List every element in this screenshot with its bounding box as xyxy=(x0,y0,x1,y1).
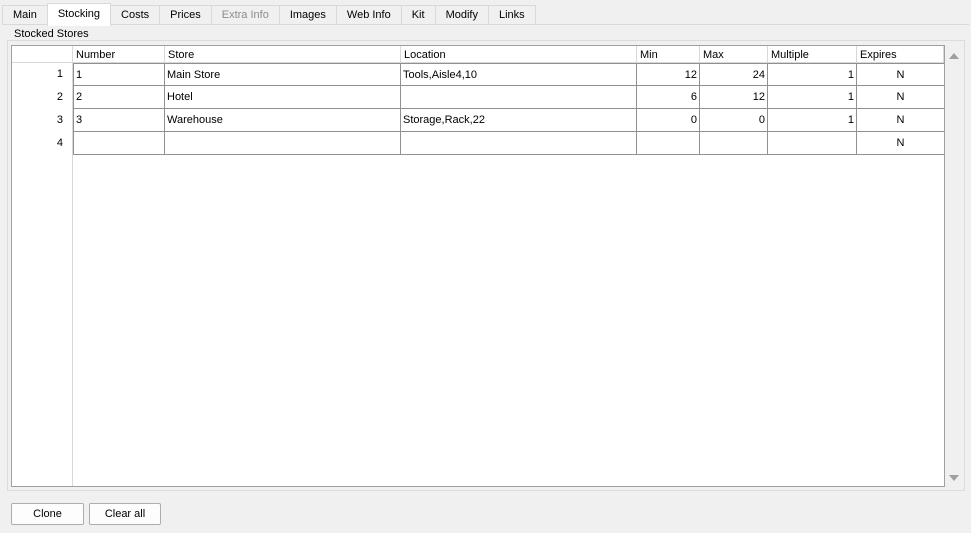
cell-location[interactable]: Tools,Aisle4,10 xyxy=(401,63,637,86)
vertical-scrollbar[interactable] xyxy=(945,45,962,487)
cell-min[interactable]: 0 xyxy=(637,109,700,132)
stocked-stores-title: Stocked Stores xyxy=(11,28,92,40)
cell-expires[interactable]: N xyxy=(857,132,944,155)
scroll-up-arrow-icon[interactable] xyxy=(949,53,959,59)
column-header-expires[interactable]: Expires xyxy=(857,46,944,63)
column-header-store[interactable]: Store xyxy=(165,46,401,63)
column-header-multiple[interactable]: Multiple xyxy=(768,46,857,63)
cell-store[interactable]: Warehouse xyxy=(165,109,401,132)
cell-multiple[interactable] xyxy=(768,132,857,155)
cell-number[interactable] xyxy=(73,132,165,155)
cell-max[interactable]: 12 xyxy=(700,86,768,109)
scroll-down-arrow-icon[interactable] xyxy=(949,475,959,481)
cell-max[interactable] xyxy=(700,132,768,155)
stocked-stores-table: Number Store Location Min Max Multiple E… xyxy=(11,45,945,487)
clear-all-button[interactable]: Clear all xyxy=(89,503,161,525)
tab-web-info[interactable]: Web Info xyxy=(335,5,402,25)
cell-number[interactable]: 2 xyxy=(73,86,165,109)
cell-store[interactable] xyxy=(165,132,401,155)
cell-min[interactable]: 12 xyxy=(637,63,700,86)
tab-bar: Main Stocking Costs Prices Extra Info Im… xyxy=(2,3,536,26)
cell-min[interactable] xyxy=(637,132,700,155)
cell-number[interactable]: 1 xyxy=(73,63,165,86)
cell-multiple[interactable]: 1 xyxy=(768,63,857,86)
cell-expires[interactable]: N xyxy=(857,63,944,86)
column-header-number[interactable]: Number xyxy=(73,46,165,63)
column-header-max[interactable]: Max xyxy=(700,46,768,63)
tab-extra-info: Extra Info xyxy=(210,5,280,25)
clone-button[interactable]: Clone xyxy=(11,503,84,525)
cell-max[interactable]: 0 xyxy=(700,109,768,132)
cell-location[interactable] xyxy=(401,86,637,109)
cell-store[interactable]: Main Store xyxy=(165,63,401,86)
cell-max[interactable]: 24 xyxy=(700,63,768,86)
cell-number[interactable]: 3 xyxy=(73,109,165,132)
cell-expires[interactable]: N xyxy=(857,109,944,132)
cell-multiple[interactable]: 1 xyxy=(768,86,857,109)
cell-store[interactable]: Hotel xyxy=(165,86,401,109)
cell-location[interactable]: Storage,Rack,22 xyxy=(401,109,637,132)
row-header[interactable]: 4 xyxy=(12,132,68,155)
column-header-min[interactable]: Min xyxy=(637,46,700,63)
tab-prices[interactable]: Prices xyxy=(159,5,212,25)
row-header[interactable]: 3 xyxy=(12,109,68,132)
tab-stocking[interactable]: Stocking xyxy=(46,3,112,26)
row-header[interactable]: 1 xyxy=(12,63,68,86)
table-corner[interactable] xyxy=(12,46,73,63)
tab-main[interactable]: Main xyxy=(2,5,48,25)
row-header-column: 1 2 3 4 xyxy=(12,63,73,486)
row-header[interactable]: 2 xyxy=(12,86,68,109)
column-header-location[interactable]: Location xyxy=(401,46,637,63)
tab-kit[interactable]: Kit xyxy=(400,5,436,25)
cell-multiple[interactable]: 1 xyxy=(768,109,857,132)
tab-images[interactable]: Images xyxy=(278,5,337,25)
cell-expires[interactable]: N xyxy=(857,86,944,109)
tab-modify[interactable]: Modify xyxy=(434,5,489,25)
tab-links[interactable]: Links xyxy=(487,5,536,25)
cell-min[interactable]: 6 xyxy=(637,86,700,109)
tab-costs[interactable]: Costs xyxy=(110,5,161,25)
cell-location[interactable] xyxy=(401,132,637,155)
